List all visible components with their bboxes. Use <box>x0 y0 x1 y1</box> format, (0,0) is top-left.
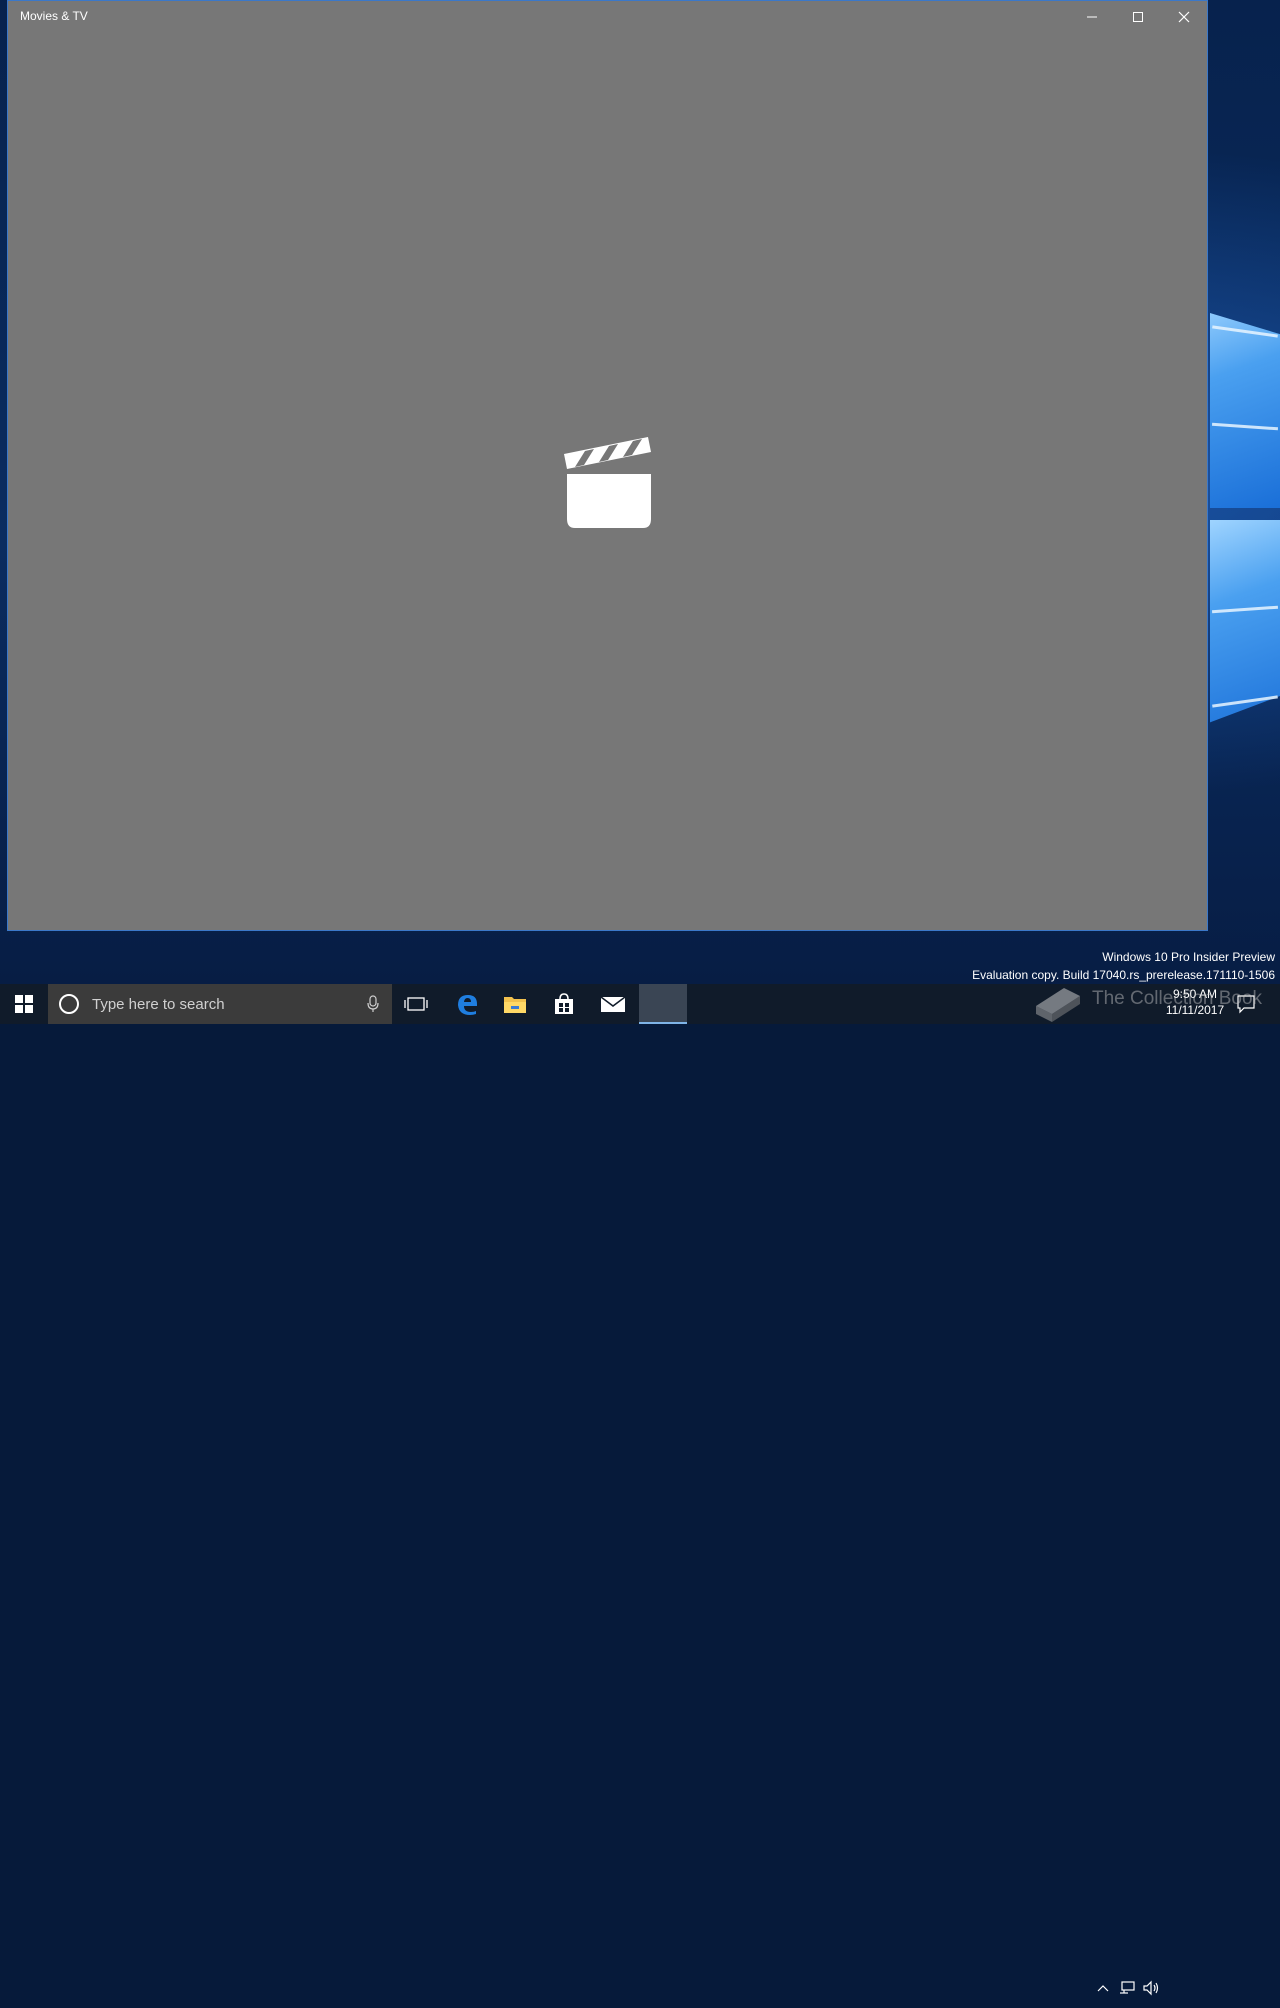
speaker-icon <box>1143 1980 1159 1996</box>
folder-icon <box>504 997 526 1013</box>
task-view-icon <box>404 997 428 1011</box>
minimize-icon <box>1087 16 1097 18</box>
windows-start-icon <box>15 995 33 1013</box>
maximize-button[interactable] <box>1115 1 1161 33</box>
task-view-button[interactable] <box>392 984 440 1024</box>
close-button[interactable] <box>1161 1 1207 33</box>
search-box[interactable]: Type here to search <box>48 984 392 1024</box>
microphone-icon[interactable] <box>366 995 380 1013</box>
mail-icon <box>600 996 626 1012</box>
title-bar[interactable]: Movies & TV <box>8 1 1207 33</box>
book-icon <box>1036 988 1080 1022</box>
store-bag-icon <box>555 993 573 1014</box>
cortana-icon <box>59 994 79 1014</box>
minimize-button[interactable] <box>1069 1 1115 33</box>
chevron-up-icon <box>1097 1985 1109 1992</box>
movies-tv-taskbar-button[interactable] <box>639 984 687 1024</box>
build-watermark-line2: Evaluation copy. Build 17040.rs_prerelea… <box>972 968 1275 982</box>
edge-app-button[interactable] <box>443 984 491 1024</box>
maximize-icon <box>1133 12 1143 22</box>
search-placeholder: Type here to search <box>92 995 225 1013</box>
start-button[interactable] <box>0 984 48 1024</box>
network-icon <box>1120 1981 1135 1994</box>
taskbar: Type here to search <box>0 984 1280 1996</box>
show-hidden-icons-button[interactable] <box>1095 1968 1111 2008</box>
splash-area <box>561 434 661 539</box>
movies-tv-window[interactable]: Movies & TV <box>7 0 1208 931</box>
volume-button[interactable] <box>1142 1968 1160 2008</box>
collection-book-watermark: The Collection Book <box>1092 988 1263 1009</box>
close-icon <box>1178 11 1190 23</box>
store-button[interactable] <box>540 984 588 1024</box>
collection-book-logo <box>1030 978 1086 1029</box>
window-title: Movies & TV <box>20 9 88 23</box>
clapperboard-icon <box>564 437 651 528</box>
file-explorer-button[interactable] <box>491 984 539 1024</box>
edge-icon <box>458 995 477 1015</box>
windows-logo-pane-bottom <box>1210 520 1280 723</box>
build-watermark-line1: Windows 10 Pro Insider Preview <box>1102 950 1275 964</box>
network-button[interactable] <box>1118 1968 1136 2008</box>
mail-button[interactable] <box>589 984 637 1024</box>
